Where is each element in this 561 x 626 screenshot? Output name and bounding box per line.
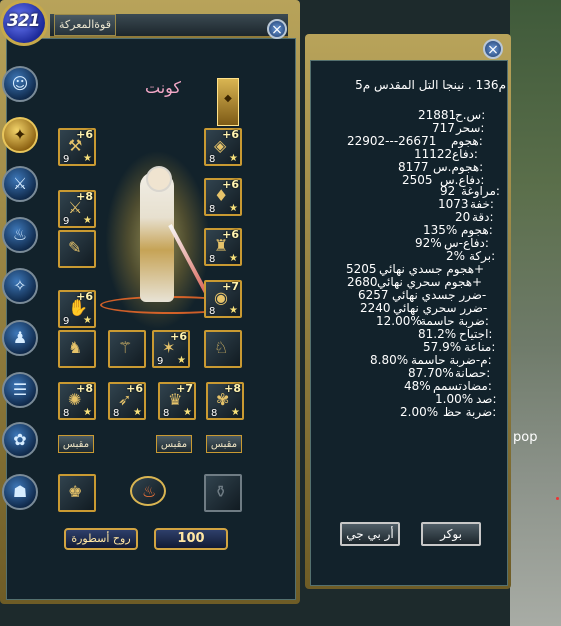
guild-icon[interactable]: ☗ (2, 474, 38, 510)
socket-button-2[interactable]: مقبس (156, 435, 192, 453)
gourd-slot-icon[interactable]: ⚱ (204, 474, 242, 512)
stat-row: 2240 ضرر سحري نهائي- (360, 301, 488, 315)
game-scene-background (510, 0, 561, 626)
stat-row: 48% مضادتسمم: (404, 379, 492, 393)
team-icon[interactable]: ♟ (2, 320, 38, 356)
equip-slot-mount[interactable]: ♘ (204, 330, 242, 368)
close-icon[interactable]: × (267, 19, 287, 39)
poker-button[interactable]: بوكر (421, 522, 481, 546)
fire-icon[interactable]: ♨ (2, 217, 38, 253)
character-icon[interactable]: ☺ (2, 66, 38, 102)
scene-marker (556, 497, 559, 500)
equip-slot-charm[interactable]: ✶ +6 9 ★ (152, 330, 190, 368)
hero-head (146, 166, 172, 192)
level-badge: 321 (0, 0, 48, 46)
scene-label: pop (513, 430, 538, 445)
stat-row: 20 دقة: (455, 210, 494, 224)
treasure-item-slot[interactable]: ♚ (58, 474, 96, 512)
stat-row: 5205 هجوم جسدي نهائي+ (346, 262, 485, 276)
equip-slot-necklace[interactable]: ◈ +6 8 ★ (204, 128, 242, 166)
stat-row: 2680 هجوم سحري نهائي+ (347, 275, 483, 289)
stat-row: 81.2% اجتياح: (418, 327, 493, 341)
legend-spirit-button[interactable]: روح أسطورة (64, 528, 138, 550)
equip-slot-fan[interactable]: ✺ +8 8 ★ (58, 382, 96, 420)
equip-slot-ring[interactable]: ◉ +7 8 ★ (204, 280, 242, 318)
equip-slot-offhand[interactable]: ⚚ (108, 330, 146, 368)
level-value: 321 (7, 11, 40, 31)
book-icon[interactable]: ☰ (2, 372, 38, 408)
stat-row: 92 مراوغة: (440, 184, 500, 198)
equip-slot-cloak[interactable]: ♦ +6 8 ★ (204, 178, 242, 216)
close-icon[interactable]: × (483, 39, 503, 59)
stat-row: 135% هجوم: (423, 223, 493, 237)
vip-100-button[interactable]: 100 (154, 528, 228, 550)
character-name: كونت (145, 78, 182, 97)
equip-slot-boots[interactable]: ♞ (58, 330, 96, 368)
stat-row: 57.9% مناعة: (423, 340, 496, 354)
stat-row: 2.00% ضربة حظ: (400, 405, 497, 419)
stat-row: 717 سحر: (432, 121, 485, 135)
stat-row: 1.00% صد: (435, 392, 497, 406)
equip-slot-bow[interactable]: ➶ +6 8 ★ (108, 382, 146, 420)
equip-slot-weapon[interactable]: ✎ (58, 230, 96, 268)
stat-row: 8.80% م-ضربة حاسمة: (370, 353, 492, 367)
fire-emblem-icon[interactable]: ♨ (130, 476, 166, 506)
skills-icon[interactable]: ✦ (2, 117, 38, 153)
rpg-button[interactable]: أر بي جي (340, 522, 400, 546)
pet-icon[interactable]: ✿ (2, 422, 38, 458)
equip-slot-helmet[interactable]: ⚒ +6 9 ★ (58, 128, 96, 166)
equip-slot-belt[interactable]: ♜ +6 8 ★ (204, 228, 242, 266)
stat-row: 87.70% حصانة: (408, 366, 491, 380)
socket-button-3[interactable]: مقبس (206, 435, 242, 453)
socket-button-1[interactable]: مقبس (58, 435, 94, 453)
scroll-icon[interactable]: ◆ (217, 78, 239, 126)
equip-slot-lantern[interactable]: ♛ +7 8 ★ (158, 382, 196, 420)
beast-icon[interactable]: ✧ (2, 268, 38, 304)
equip-slot-armor[interactable]: ⚔ +8 9 ★ (58, 190, 96, 228)
stat-row: 21881 س.ح: (418, 108, 486, 122)
stat-row: 1073 خفة: (438, 197, 494, 211)
stat-row: 12.00% ضربة حاسمة: (376, 314, 489, 328)
equip-slot-gloves[interactable]: ✋ +6 9 ★ (58, 290, 96, 328)
tab-battle-power[interactable]: قوةالمعركة (54, 14, 116, 36)
stat-row: 92% دفاع-س: (415, 236, 489, 250)
stat-row: 8177 هجوم.س: (398, 160, 484, 174)
stat-row: 2% بركة: (446, 249, 496, 263)
stat-row: 22902---26671 هجوم: (347, 134, 483, 148)
stat-row: 11122 دفاع: (414, 147, 478, 161)
stats-panel-title: م136 . نينجا التل المقدس م5 (355, 78, 506, 92)
weapon-icon[interactable]: ⚔ (2, 166, 38, 202)
stat-row: 6257 ضرر جسدي نهائي- (358, 288, 487, 302)
equip-slot-fan-2[interactable]: ✾ +8 8 ★ (206, 382, 244, 420)
